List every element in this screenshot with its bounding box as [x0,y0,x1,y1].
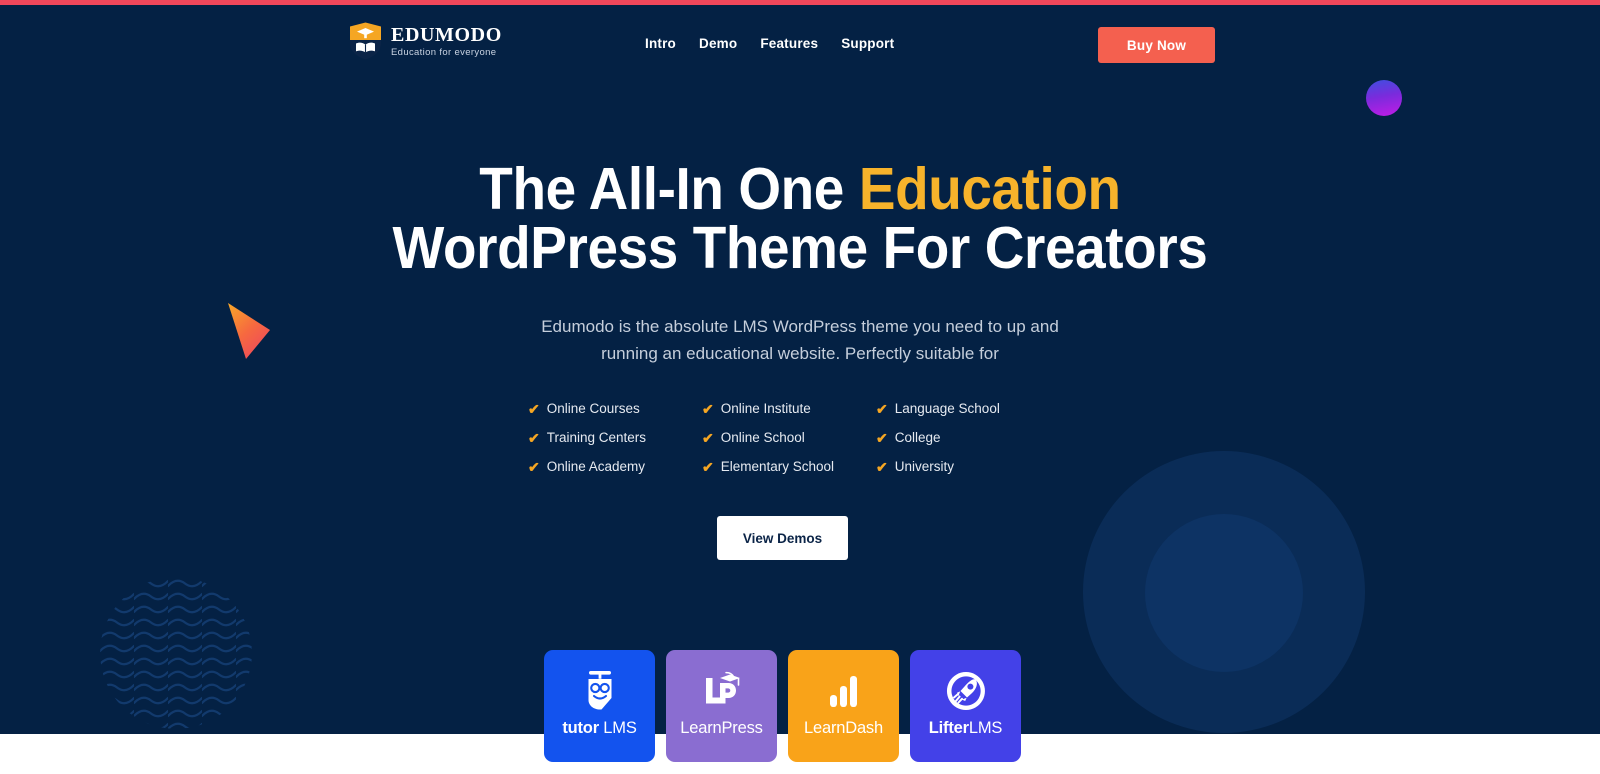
feature-label: Online Academy [546,459,646,474]
hero-section: EDUMODO Education for everyone Intro Dem… [0,5,1600,734]
feature-label: Training Centers [546,430,647,445]
plugin-name: LearnPress [680,719,763,738]
feature-label: Language School [894,401,1000,416]
title-text-accent: Education [858,156,1121,222]
check-icon: ✔ [876,400,888,417]
plugin-name: LearnDash [804,719,883,738]
feature-label: Online School [720,430,805,445]
plugin-name: LifterLMS [928,719,1003,738]
page-root: EDUMODO Education for everyone Intro Dem… [0,0,1600,774]
check-icon: ✔ [876,458,888,475]
logo-wordmark: EDUMODO [391,23,502,46]
plugin-name: tutor LMS [562,719,636,738]
hero-subtitle: Edumodo is the absolute LMS WordPress th… [0,314,1600,367]
list-item: ✔ Language School [876,398,1028,419]
check-icon: ✔ [702,400,714,417]
nav-item-intro[interactable]: Intro [645,36,699,51]
decorative-gradient-dot [1366,80,1402,116]
main-navigation: Intro Demo Features Support [645,36,894,51]
list-item: ✔ Online Courses [528,398,702,419]
subtitle-line-1: Edumodo is the absolute LMS WordPress th… [541,317,1059,336]
title-line-2: WordPress Theme For Creators [392,215,1208,281]
plugin-name-regular: LMS [968,719,1003,737]
feature-label: Online Institute [720,401,811,416]
top-accent-bar [0,0,1600,5]
wavy-lines-circle-icon [100,577,252,729]
list-item: ✔ College [876,427,1028,448]
feature-label: University [894,459,954,474]
plugin-name-bold: Lifter [928,719,969,737]
logo-tagline: Education for everyone [391,46,497,58]
learnpress-lp-cap-icon [700,669,744,713]
nav-item-support[interactable]: Support [841,36,894,51]
plugin-card-lifterlms[interactable]: LifterLMS [910,650,1021,762]
graduation-cap-shield-icon [349,22,382,60]
list-item: ✔ Elementary School [702,456,876,477]
title-text-plain: The All-In One [479,156,859,222]
list-item: ✔ University [876,456,1028,477]
subtitle-line-2: running an educational website. Perfectl… [601,343,999,363]
lifterlms-rocket-icon [945,669,987,713]
plugin-logo-row: tutor LMS LearnPress LearnDash LifterLMS [544,650,1021,762]
nav-item-features[interactable]: Features [760,36,841,51]
page-title: The All-In One Education WordPress Theme… [56,160,1544,278]
check-icon: ✔ [528,400,540,417]
list-item: ✔ Online Institute [702,398,876,419]
tutor-lms-owl-icon [579,669,621,713]
logo[interactable]: EDUMODO Education for everyone [349,22,502,60]
plugin-card-tutor-lms[interactable]: tutor LMS [544,650,655,762]
check-icon: ✔ [702,429,714,446]
feature-label: Elementary School [720,459,835,474]
feature-label: College [894,430,941,445]
view-demos-button[interactable]: View Demos [717,516,848,560]
decorative-inner-circle [1145,514,1303,672]
list-item: ✔ Training Centers [528,427,702,448]
site-header: EDUMODO Education for everyone Intro Dem… [0,5,1600,80]
plugin-name-regular: LearnPress [680,719,763,737]
feature-list: ✔ Online Courses ✔ Online Institute ✔ La… [528,398,1028,477]
plugin-name-bold: tutor [562,719,599,737]
plugin-card-learnpress[interactable]: LearnPress [666,650,777,762]
list-item: ✔ Online School [702,427,876,448]
list-item: ✔ Online Academy [528,456,702,477]
plugin-name-regular: LMS [598,719,637,737]
check-icon: ✔ [528,458,540,475]
plugin-name-regular: LearnDash [804,719,883,737]
nav-item-demo[interactable]: Demo [699,36,760,51]
check-icon: ✔ [876,429,888,446]
check-icon: ✔ [528,429,540,446]
title-line-1: The All-In One Education [56,160,1544,219]
buy-now-button[interactable]: Buy Now [1098,27,1215,63]
plugin-card-learndash[interactable]: LearnDash [788,650,899,762]
check-icon: ✔ [702,458,714,475]
learndash-bars-icon [824,669,864,713]
feature-label: Online Courses [546,401,640,416]
